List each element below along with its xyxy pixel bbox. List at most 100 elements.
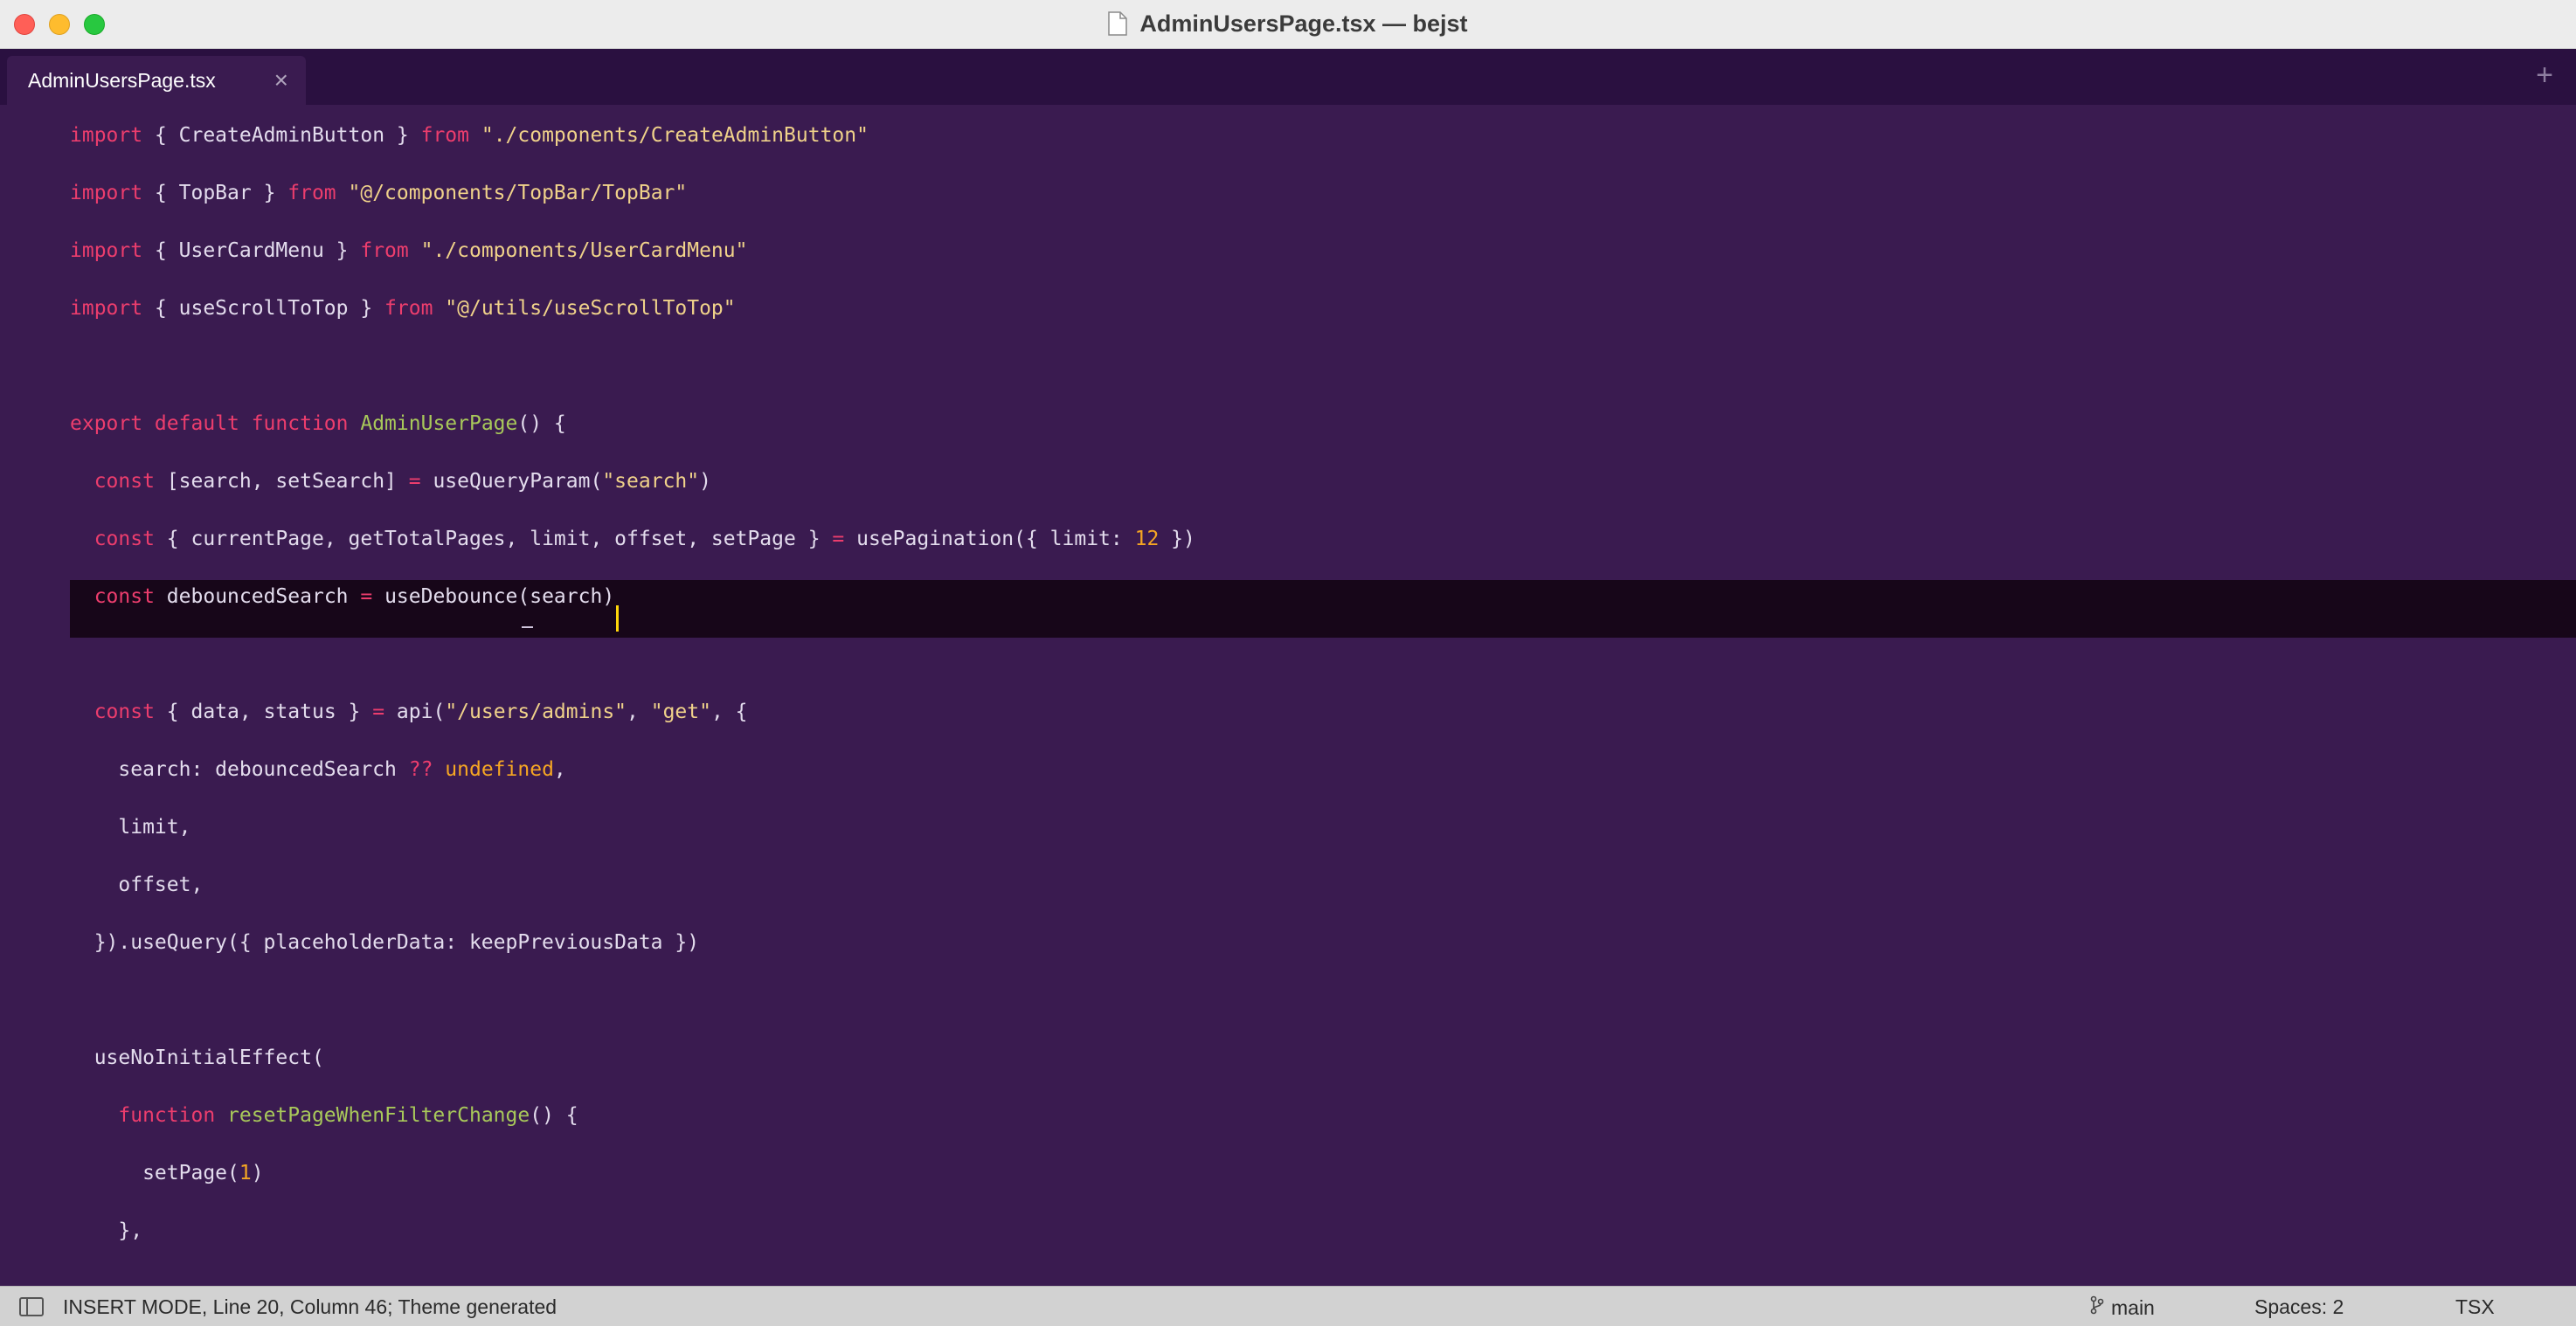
code-token: import [70, 239, 143, 262]
git-branch-icon [2090, 1295, 2104, 1320]
code-token: "./components/UserCardMenu" [420, 239, 748, 262]
code-token: [search, setSearch] [154, 470, 409, 493]
code-line[interactable]: limit, [70, 798, 190, 856]
code-token: { currentPage, getTotalPages, limit, off… [154, 528, 833, 550]
window-title-group: AdminUsersPage.tsx — bejst [0, 0, 2576, 47]
code-line[interactable]: export default function AdminUserPage() … [70, 395, 566, 452]
code-token: "/users/admins" [445, 701, 627, 723]
code-line[interactable]: offset, [70, 856, 203, 914]
code-token: 12 [1134, 528, 1160, 550]
code-line[interactable]: const { data, status } = api("/users/adm… [70, 683, 748, 741]
sidebar-toggle-icon[interactable] [19, 1297, 44, 1316]
code-token: setPage( [70, 1162, 239, 1184]
code-token: "search" [602, 470, 700, 493]
code-token: () { [517, 412, 566, 435]
document-icon [1108, 11, 1128, 36]
code-token: resetPageWhenFilterChange [227, 1104, 530, 1127]
code-token: { CreateAdminButton } [142, 124, 421, 147]
code-line[interactable]: import { TopBar } from "@/components/Top… [70, 164, 687, 222]
code-token: export default function [70, 412, 349, 435]
code-line[interactable]: import { CreateAdminButton } from "./com… [70, 107, 869, 164]
code-token: function [118, 1104, 216, 1127]
code-token: const [93, 701, 155, 723]
git-branch-label: main [2111, 1295, 2155, 1319]
code-token: const [93, 585, 155, 608]
code-line[interactable]: function resetPageWhenFilterChange() { [70, 1087, 578, 1144]
code-token: "get" [650, 701, 711, 723]
new-tab-button[interactable]: + [2536, 58, 2553, 93]
code-token: { UserCardMenu } [142, 239, 361, 262]
code-line[interactable]: }).useQuery({ placeholderData: keepPrevi… [70, 914, 699, 971]
status-mode-text: INSERT MODE, Line 20, Column 46; Theme g… [63, 1295, 557, 1318]
code-token: "@/components/TopBar/TopBar" [348, 182, 688, 204]
syntax-setting[interactable]: TSX [2455, 1295, 2495, 1319]
tab-close-icon[interactable]: × [274, 66, 288, 94]
code-token: ) [699, 470, 711, 493]
code-token: AdminUserPage [360, 412, 518, 435]
window-title: AdminUsersPage.tsx — bejst [1139, 10, 1468, 37]
code-token: { TopBar } [142, 182, 288, 204]
code-token: offset, [70, 874, 204, 896]
code-line[interactable]: search: debouncedSearch ?? undefined, [70, 741, 566, 798]
code-line[interactable]: const { currentPage, getTotalPages, limi… [70, 510, 1195, 568]
code-token: = [360, 585, 373, 608]
code-line[interactable]: import { UserCardMenu } from "./componen… [70, 222, 747, 280]
code-token: ) [251, 1162, 264, 1184]
code-token: limit, [70, 816, 191, 839]
code-token: = [372, 701, 385, 723]
code-token: api( [384, 701, 446, 723]
code-line[interactable]: setPage(1) [70, 1144, 264, 1202]
git-branch-indicator[interactable]: main [2090, 1295, 2155, 1320]
code-token: from [384, 297, 433, 320]
code-token: search: debouncedSearch [70, 758, 409, 781]
code-token: { useScrollToTop } [142, 297, 385, 320]
indentation-setting[interactable]: Spaces: 2 [2254, 1295, 2344, 1319]
status-bar: INSERT MODE, Line 20, Column 46; Theme g… [0, 1286, 2576, 1326]
code-token: import [70, 182, 143, 204]
code-token: const [93, 470, 155, 493]
code-token: { data, status } [154, 701, 373, 723]
code-token: useDebounce(search) [372, 585, 615, 608]
code-token: = [832, 528, 845, 550]
code-token: ?? [408, 758, 433, 781]
code-token: , [627, 701, 651, 723]
code-editor[interactable]: import { CreateAdminButton } from "./com… [0, 105, 2576, 1286]
code-token: import [70, 297, 143, 320]
code-token: , [553, 758, 566, 781]
code-token: const [93, 528, 155, 550]
code-token: = [408, 470, 421, 493]
code-line[interactable]: const [search, setSearch] = useQueryPara… [70, 452, 711, 510]
code-token: }, [70, 1219, 143, 1242]
code-token: usePagination({ limit: [844, 528, 1135, 550]
code-token: useQueryParam( [420, 470, 603, 493]
code-line[interactable]: }, [70, 1202, 142, 1260]
tab-adminuserspage[interactable]: AdminUsersPage.tsx × [7, 56, 306, 105]
code-token: }) [1159, 528, 1195, 550]
code-token: from [287, 182, 336, 204]
code-token: () { [530, 1104, 578, 1127]
code-token: import [70, 124, 143, 147]
code-token: , { [710, 701, 748, 723]
code-line[interactable]: const debouncedSearch = useDebounce(sear… [70, 568, 614, 625]
code-token: from [360, 239, 409, 262]
title-bar: AdminUsersPage.tsx — bejst [0, 0, 2576, 49]
code-token: 1 [239, 1162, 252, 1184]
code-line[interactable]: import { useScrollToTop } from "@/utils/… [70, 280, 736, 337]
code-line[interactable]: useNoInitialEffect( [70, 1029, 324, 1087]
code-token: from [420, 124, 469, 147]
bracket-match-marker [522, 626, 533, 628]
code-token: "./components/CreateAdminButton" [481, 124, 869, 147]
code-token: "@/utils/useScrollToTop" [445, 297, 736, 320]
